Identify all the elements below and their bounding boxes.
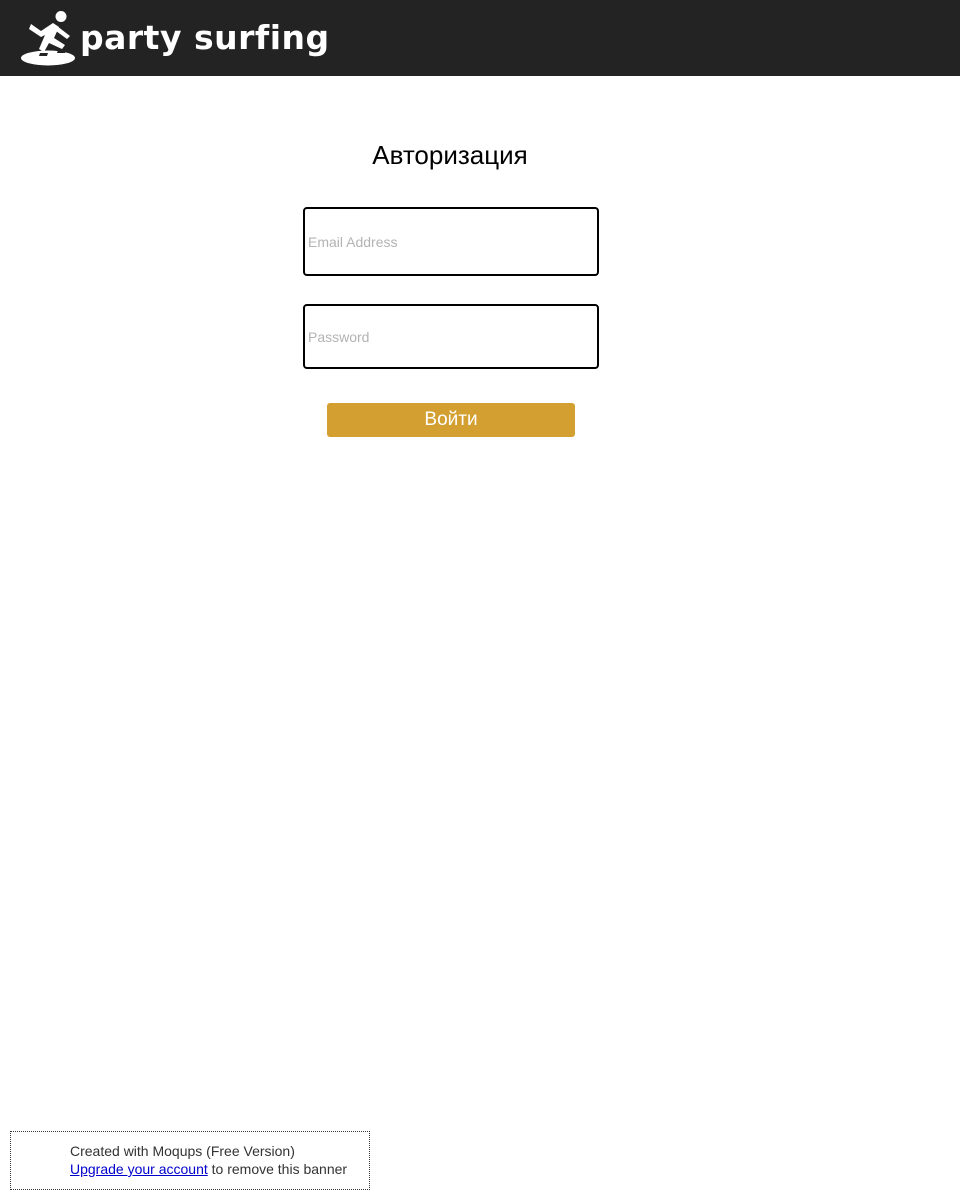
banner-text: Created with Moqups (Free Version) Upgra… — [70, 1142, 347, 1178]
password-field[interactable] — [303, 304, 599, 369]
moqups-banner: Created with Moqups (Free Version) Upgra… — [10, 1131, 370, 1190]
logo[interactable]: party surfing — [20, 10, 330, 68]
logo-wordmark: party surfing — [80, 17, 330, 57]
login-page: party surfing Авторизация Войти Created … — [0, 0, 960, 1200]
surfer-icon — [21, 11, 75, 66]
banner-line-2: Upgrade your account to remove this bann… — [70, 1160, 347, 1178]
banner-line-1: Created with Moqups (Free Version) — [70, 1143, 295, 1159]
upgrade-account-link[interactable]: Upgrade your account — [70, 1161, 208, 1177]
login-button[interactable]: Войти — [327, 403, 575, 437]
password-input[interactable] — [305, 306, 597, 367]
top-bar: party surfing — [0, 0, 960, 76]
email-field[interactable] — [303, 207, 599, 276]
email-input[interactable] — [305, 209, 597, 274]
banner-line-2-suffix: to remove this banner — [207, 1161, 348, 1177]
page-title: Авторизация — [372, 140, 528, 170]
